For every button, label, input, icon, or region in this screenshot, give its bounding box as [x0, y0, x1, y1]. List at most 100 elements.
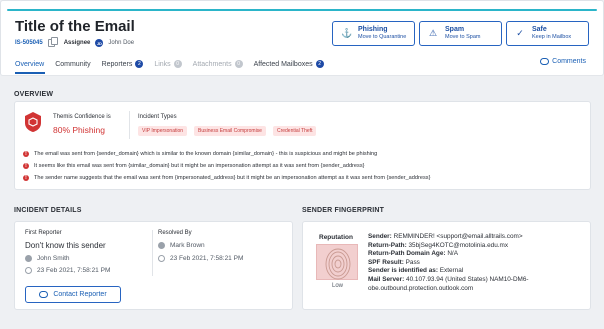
- tab-bar: Overview Community Reporters 2 Links 0 Att…: [15, 58, 324, 70]
- active-tab-indicator: [15, 72, 45, 74]
- fingerprint-row: Sender: REMMINDER! <support@email.alltra…: [368, 233, 588, 242]
- field-value: REMMINDER! <support@email.alltrails.com>: [393, 233, 523, 240]
- warning-text: The sender name suggests that the email …: [34, 175, 431, 181]
- tab-overview-label: Overview: [15, 60, 45, 68]
- shield-alert-icon: [25, 112, 41, 132]
- copy-icon[interactable]: [47, 37, 58, 47]
- fingerprint-row: Sender is identified as: External: [368, 267, 588, 276]
- tab-affected-mailboxes-badge: 2: [315, 60, 324, 68]
- incident-id-link[interactable]: IS-505045: [15, 40, 43, 46]
- resolved-time: 23 Feb 2021, 7:58:21 PM: [170, 255, 244, 262]
- first-reporter-label: First Reporter: [25, 230, 62, 236]
- field-label: Sender is identified as:: [368, 267, 438, 275]
- fingerprint-section-title: SENDER FINGERPRINT: [302, 207, 385, 214]
- field-label: Mail Server:: [368, 275, 405, 283]
- field-value: N/A: [447, 250, 458, 258]
- phishing-button[interactable]: ⚓ Phishing Move to Quarantine: [332, 21, 415, 46]
- avatar[interactable]: JD: [95, 39, 104, 47]
- field-value: Pass: [405, 258, 420, 266]
- tab-links-badge: 0: [173, 60, 182, 68]
- first-reporter-row: John Smith: [25, 255, 70, 262]
- comments-button[interactable]: Comments: [540, 58, 586, 65]
- incident-type-tags: VIP Impersonation Business Email Comprom…: [138, 126, 317, 136]
- field-value: External: [439, 267, 464, 275]
- overview-divider: [129, 111, 130, 139]
- confidence-label: Themis Confidence is: [53, 114, 111, 120]
- safe-button-label: Safe: [532, 26, 547, 33]
- incident-section-title: INCIDENT DETAILS: [14, 207, 82, 214]
- person-icon: [158, 242, 165, 249]
- field-label: Sender:: [368, 233, 392, 240]
- tab-attachments-label: Attachments: [192, 60, 232, 68]
- tab-links-label: Links: [154, 60, 171, 68]
- resolved-by-label: Resolved By: [158, 230, 192, 236]
- fingerprint-icon: [325, 248, 351, 280]
- reputation-value: Low: [332, 283, 344, 289]
- fingerprint-image: [316, 244, 358, 280]
- fingerprint-row: Return-Path Domain Age: N/A: [368, 250, 588, 259]
- alert-icon: !: [23, 151, 29, 157]
- sender-fingerprint-card: Reputation Low Sender: REMMINDER! <suppo…: [302, 221, 591, 310]
- warning-item: ! It seems like this email was sent from…: [23, 163, 365, 169]
- safe-button[interactable]: ✓ Safe Keep in Mailbox: [506, 21, 589, 46]
- fingerprint-row: Return-Path: 35bjSeg4KOTC@motolinia.edu.…: [368, 242, 588, 251]
- tab-community-label: Community: [55, 60, 91, 68]
- field-label: Return-Path:: [368, 241, 407, 249]
- contact-reporter-button[interactable]: Contact Reporter: [25, 286, 121, 303]
- phishing-button-sub: Move to Quarantine: [358, 34, 407, 40]
- chat-icon: [39, 291, 49, 298]
- shield-check-icon: ✓: [516, 28, 524, 38]
- field-label: SPF Result:: [368, 258, 404, 266]
- incident-type-tag: VIP Impersonation: [138, 126, 188, 136]
- clock-icon: [25, 267, 32, 274]
- incident-header: Title of the Email IS-505045 Assignee JD…: [0, 0, 604, 76]
- tab-community[interactable]: Community: [55, 58, 90, 70]
- incident-type-tag: Credential Theft: [272, 126, 317, 136]
- field-label: Return-Path Domain Age:: [368, 250, 446, 258]
- tab-affected-mailboxes-label: Affected Mailboxes: [253, 60, 313, 68]
- tab-attachments[interactable]: Attachments 0: [193, 58, 243, 70]
- comments-label: Comments: [552, 58, 586, 65]
- first-reporter-name: John Smith: [37, 255, 70, 262]
- warning-item: ! The sender name suggests that the emai…: [23, 175, 430, 181]
- spam-button-sub: Move to Spam: [445, 34, 481, 40]
- tab-reporters[interactable]: Reporters 2: [102, 58, 144, 70]
- overview-card: Themis Confidence is 80% Phishing Incide…: [14, 101, 591, 190]
- spam-button-label: Spam: [445, 26, 465, 33]
- tab-reporters-badge: 2: [135, 60, 144, 68]
- tab-overview[interactable]: Overview: [15, 58, 44, 70]
- person-icon: [25, 255, 32, 262]
- incident-type-tag: Business Email Compromise: [194, 126, 266, 136]
- resolved-time-row: 23 Feb 2021, 7:58:21 PM: [158, 255, 243, 262]
- fingerprint-row: Mail Server: 40.107.93.94 (United States…: [368, 276, 588, 293]
- reputation-label: Reputation: [319, 234, 353, 241]
- assignee-name[interactable]: John Doe: [108, 40, 134, 46]
- tab-attachments-badge: 0: [234, 60, 243, 68]
- assignee-label: Assignee: [63, 40, 91, 46]
- warning-text: It seems like this email was sent from {…: [34, 163, 365, 169]
- warning-text: The email was sent from {sender_domain} …: [34, 151, 378, 157]
- tab-affected-mailboxes[interactable]: Affected Mailboxes 2: [254, 58, 324, 70]
- alert-icon: !: [23, 175, 29, 181]
- sender-status: Don't know this sender: [25, 241, 106, 250]
- confidence-value: 80% Phishing: [53, 125, 105, 135]
- first-reporter-time: 23 Feb 2021, 7:58:21 PM: [37, 267, 111, 274]
- spam-button[interactable]: ⚠ Spam Move to Spam: [419, 21, 502, 46]
- chat-icon: [540, 58, 550, 65]
- warning-item: ! The email was sent from {sender_domain…: [23, 151, 377, 157]
- safe-button-sub: Keep in Mailbox: [532, 34, 572, 40]
- phishing-hook-icon: ⚓: [341, 28, 353, 38]
- tab-reporters-label: Reporters: [101, 60, 133, 68]
- incident-types-label: Incident Types: [138, 114, 177, 120]
- field-value: 35bjSeg4KOTC@motolinia.edu.mx: [408, 241, 509, 249]
- page-title: Title of the Email: [15, 18, 135, 35]
- header-accent-line: [7, 9, 597, 11]
- incident-divider: [152, 230, 153, 276]
- tab-links[interactable]: Links 0: [154, 58, 182, 70]
- fingerprint-row: SPF Result: Pass: [368, 259, 588, 268]
- warning-triangle-icon: ⚠: [428, 28, 438, 38]
- first-reporter-time-row: 23 Feb 2021, 7:58:21 PM: [25, 267, 110, 274]
- fingerprint-details: Sender: REMMINDER! <support@email.alltra…: [368, 233, 588, 293]
- clock-icon: [158, 255, 165, 262]
- resolved-by-row: Mark Brown: [158, 242, 205, 249]
